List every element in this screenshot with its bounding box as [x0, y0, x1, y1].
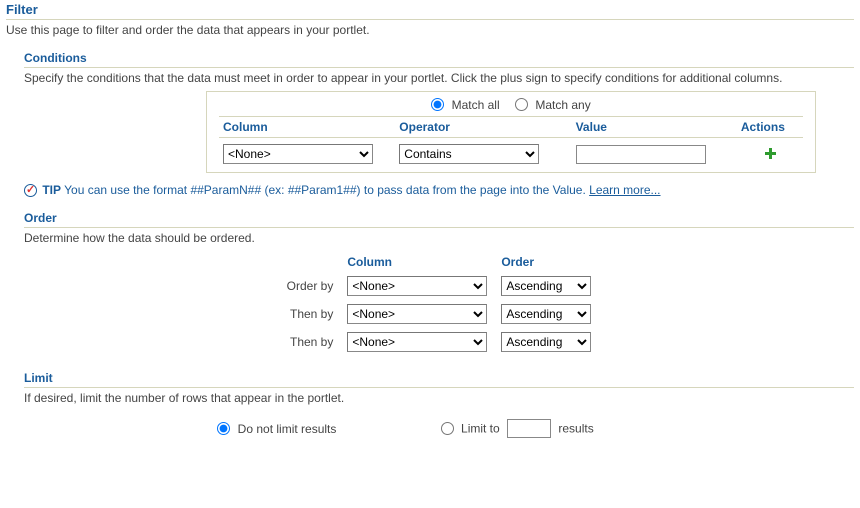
condition-value-input[interactable]: [576, 145, 706, 164]
filter-title: Filter: [6, 2, 854, 20]
match-mode-row: Match all Match any: [219, 98, 803, 112]
order-row-2-column-select[interactable]: <None>: [347, 304, 487, 324]
condition-operator-select[interactable]: Contains: [399, 144, 539, 164]
conditions-box: Match all Match any Column Operator Valu…: [206, 91, 816, 173]
limit-section: Limit If desired, limit the number of ro…: [24, 371, 854, 442]
order-row-1-label: Order by: [281, 273, 340, 299]
tip-icon: [24, 184, 37, 197]
conditions-section: Conditions Specify the conditions that t…: [24, 51, 854, 197]
conditions-header-actions: Actions: [737, 117, 803, 138]
order-row-2-label: Then by: [281, 301, 340, 327]
order-desc: Determine how the data should be ordered…: [24, 231, 854, 245]
conditions-header-column: Column: [219, 117, 395, 138]
match-any-label: Match any: [535, 98, 590, 112]
limit-desc: If desired, limit the number of rows tha…: [24, 391, 854, 405]
order-row-1-column-select[interactable]: <None>: [347, 276, 487, 296]
match-all-radio[interactable]: [431, 98, 444, 111]
tip-text: You can use the format ##ParamN## (ex: #…: [64, 183, 586, 197]
limit-to-radio[interactable]: [441, 422, 454, 435]
order-row-2: Then by <None> Ascending: [281, 301, 598, 327]
order-section: Order Determine how the data should be o…: [24, 211, 854, 357]
learn-more-link[interactable]: Learn more...: [589, 183, 660, 197]
filter-desc: Use this page to filter and order the da…: [6, 23, 854, 37]
order-header-order: Order: [495, 253, 597, 271]
order-row-3-order-select[interactable]: Ascending: [501, 332, 591, 352]
no-limit-label: Do not limit results: [238, 422, 337, 436]
condition-row: <None> Contains: [219, 138, 803, 165]
tip-label: TIP: [42, 183, 61, 197]
match-any-option[interactable]: Match any: [515, 98, 591, 112]
match-any-radio[interactable]: [515, 98, 528, 111]
conditions-title: Conditions: [24, 51, 854, 68]
limit-no-limit-row[interactable]: Do not limit results: [217, 422, 437, 436]
conditions-header-value: Value: [572, 117, 737, 138]
conditions-desc: Specify the conditions that the data mus…: [24, 71, 854, 85]
limit-to-label: Limit to: [461, 422, 500, 436]
limit-block: Do not limit results Limit to results: [24, 415, 854, 442]
condition-column-select[interactable]: <None>: [223, 144, 373, 164]
no-limit-radio[interactable]: [217, 422, 230, 435]
order-row-3-label: Then by: [281, 329, 340, 355]
order-header-column: Column: [341, 253, 493, 271]
order-row-2-order-select[interactable]: Ascending: [501, 304, 591, 324]
limit-results-label: results: [558, 422, 593, 436]
order-row-1-order-select[interactable]: Ascending: [501, 276, 591, 296]
order-row-3-column-select[interactable]: <None>: [347, 332, 487, 352]
conditions-header-operator: Operator: [395, 117, 571, 138]
match-all-option[interactable]: Match all: [431, 98, 503, 112]
order-title: Order: [24, 211, 854, 228]
order-table: Column Order Order by <None> Ascending: [279, 251, 600, 357]
tip-row: TIP You can use the format ##ParamN## (e…: [24, 183, 854, 197]
limit-to-row[interactable]: Limit to results: [441, 419, 661, 438]
match-all-label: Match all: [452, 98, 500, 112]
limit-title: Limit: [24, 371, 854, 388]
conditions-table: Column Operator Value Actions <None> C: [219, 116, 803, 164]
limit-value-input[interactable]: [507, 419, 551, 438]
order-row-3: Then by <None> Ascending: [281, 329, 598, 355]
add-condition-icon[interactable]: [764, 147, 776, 159]
order-row-1: Order by <None> Ascending: [281, 273, 598, 299]
